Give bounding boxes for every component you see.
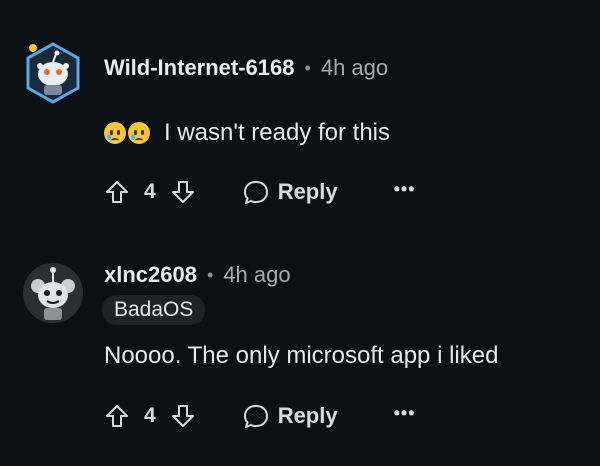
vote-count: 4 [144, 180, 156, 203]
timestamp: 4h ago [320, 55, 389, 80]
reply-bubble-icon [243, 181, 268, 204]
snoo-hex-avatar-icon [26, 42, 80, 104]
timestamp: 4h ago [223, 262, 291, 287]
more-options-button[interactable]: ••• [394, 403, 416, 424]
reply-label: Reply [277, 179, 338, 204]
crying-face-icon [128, 122, 150, 144]
emoji-group [104, 122, 152, 144]
upvote-icon[interactable] [104, 179, 130, 205]
reply-button[interactable]: Reply [242, 179, 338, 205]
comment-header: Wild-Internet-6168 • 4h ago [104, 54, 388, 82]
avatar[interactable] [22, 42, 84, 104]
avatar[interactable] [22, 262, 84, 324]
comment-actions: 4 Reply ••• [104, 172, 416, 212]
user-flair: BadaOS [102, 295, 206, 325]
comment-header: xlnc2608 • 4h ago [104, 261, 291, 289]
more-options-button[interactable]: ••• [394, 179, 416, 200]
downvote-icon[interactable] [170, 179, 196, 205]
vote-count: 4 [144, 404, 156, 427]
comment-text: I wasn't ready for this [164, 119, 391, 146]
username[interactable]: Wild-Internet-6168 [104, 54, 295, 82]
comment-text: Noooo. The only microsoft app i liked [104, 342, 499, 369]
reply-bubble-icon [243, 405, 268, 428]
upvote-icon[interactable] [104, 403, 130, 429]
separator-dot: • [304, 58, 311, 78]
crying-face-icon [104, 122, 126, 144]
downvote-icon[interactable] [170, 403, 196, 429]
reply-button[interactable]: Reply [242, 403, 338, 429]
comment-actions: 4 Reply ••• [104, 396, 416, 436]
separator-dot: • [206, 265, 214, 285]
snoo-avatar-icon [23, 263, 83, 323]
username[interactable]: xlnc2608 [104, 261, 197, 289]
reply-label: Reply [277, 403, 338, 428]
comment-body: Noooo. The only microsoft app i liked [104, 341, 498, 371]
comment-body: I wasn't ready for this [104, 118, 390, 148]
